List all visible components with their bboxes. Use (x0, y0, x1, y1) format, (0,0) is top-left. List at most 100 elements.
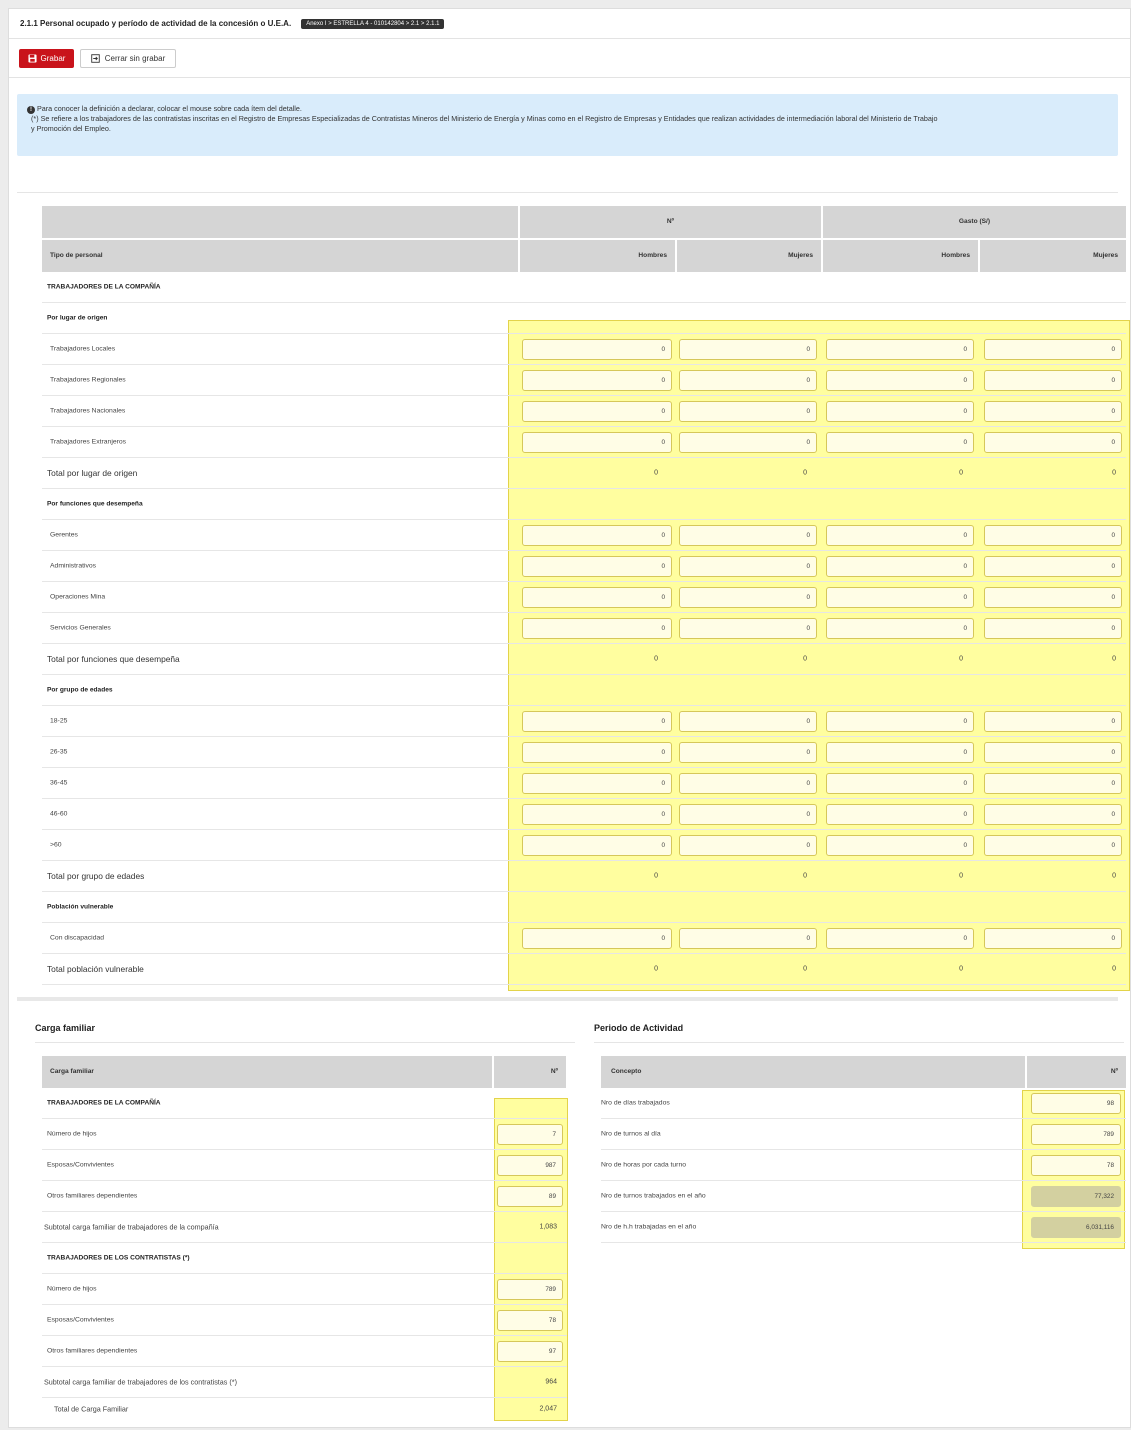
row-label: 36-45 (50, 779, 68, 787)
number-input[interactable]: 0 (679, 618, 817, 639)
number-input[interactable]: 0 (679, 742, 817, 763)
number-input[interactable]: 0 (984, 618, 1122, 639)
number-input[interactable]: 0 (522, 432, 672, 453)
row-label: Por lugar de origen (47, 314, 108, 322)
number-input[interactable]: 0 (826, 401, 974, 422)
number-input[interactable]: 0 (984, 525, 1122, 546)
number-input[interactable]: 0 (984, 339, 1122, 360)
number-input[interactable]: 0 (522, 401, 672, 422)
number-input[interactable]: 0 (522, 339, 672, 360)
number-input[interactable]: 0 (826, 835, 974, 856)
number-input[interactable]: 0 (679, 432, 817, 453)
number-input[interactable]: 0 (984, 773, 1122, 794)
carga-title-underline (35, 1042, 575, 1043)
table-row: 18-25 0 0 0 0 (42, 706, 1126, 737)
periodo-readonly-value: 6,031,116 (1031, 1217, 1121, 1238)
number-input[interactable]: 0 (522, 742, 672, 763)
number-input[interactable]: 0 (679, 525, 817, 546)
number-input[interactable]: 0 (826, 339, 974, 360)
number-input[interactable]: 0 (826, 618, 974, 639)
table-row: Por funciones que desempeña (42, 489, 1126, 520)
carga-number-input[interactable]: 987 (497, 1155, 563, 1176)
periodo-number-input[interactable]: 78 (1031, 1155, 1121, 1176)
number-input[interactable]: 0 (679, 587, 817, 608)
number-input[interactable]: 0 (984, 804, 1122, 825)
row-label: Trabajadores Nacionales (50, 407, 126, 415)
number-input[interactable]: 0 (522, 556, 672, 577)
number-input[interactable]: 0 (826, 556, 974, 577)
periodo-row-label: Nro de días trabajados (601, 1099, 670, 1107)
row-label: Total por funciones que desempeña (47, 654, 180, 664)
toolbar: Grabar Cerrar sin grabar (9, 39, 1130, 78)
carga-number-input[interactable]: 89 (497, 1186, 563, 1207)
carga-number-input[interactable]: 7 (497, 1124, 563, 1145)
row-label: Gerentes (50, 531, 78, 539)
number-input[interactable]: 0 (984, 401, 1122, 422)
number-input[interactable]: 0 (826, 742, 974, 763)
table-row: Trabajadores Locales 0 0 0 0 (42, 334, 1126, 365)
carga-row: Subtotal carga familiar de trabajadores … (42, 1367, 567, 1398)
number-input[interactable]: 0 (826, 711, 974, 732)
carga-number-input[interactable]: 78 (497, 1310, 563, 1331)
number-input[interactable]: 0 (826, 587, 974, 608)
number-input[interactable]: 0 (984, 587, 1122, 608)
carga-number-input[interactable]: 97 (497, 1341, 563, 1362)
number-input[interactable]: 0 (984, 370, 1122, 391)
row-label: Con discapacidad (50, 934, 105, 942)
number-input[interactable]: 0 (522, 928, 672, 949)
carga-familiar-title: Carga familiar (35, 1023, 96, 1033)
header-n-hombres: Hombres (520, 240, 675, 272)
number-input[interactable]: 0 (679, 804, 817, 825)
number-input[interactable]: 0 (522, 773, 672, 794)
close-without-save-button[interactable]: Cerrar sin grabar (80, 48, 176, 68)
carga-number-input[interactable]: 789 (497, 1279, 563, 1300)
number-input[interactable]: 0 (679, 556, 817, 577)
number-input[interactable]: 0 (826, 928, 974, 949)
row-label: Población vulnerable (47, 903, 114, 911)
save-button[interactable]: Grabar (19, 48, 74, 68)
number-input[interactable]: 0 (522, 804, 672, 825)
number-input[interactable]: 0 (826, 370, 974, 391)
header-gasto-mujeres: Mujeres (980, 240, 1126, 272)
number-input[interactable]: 0 (522, 835, 672, 856)
total-value: 0 (803, 469, 807, 477)
table-row: Trabajadores Extranjeros 0 0 0 0 (42, 427, 1126, 458)
number-input[interactable]: 0 (984, 742, 1122, 763)
number-input[interactable]: 0 (984, 556, 1122, 577)
number-input[interactable]: 0 (826, 773, 974, 794)
number-input[interactable]: 0 (826, 804, 974, 825)
table-row: Total por funciones que desempeña 0 0 0 0 (42, 644, 1126, 675)
number-input[interactable]: 0 (984, 711, 1122, 732)
number-input[interactable]: 0 (679, 401, 817, 422)
number-input[interactable]: 0 (984, 928, 1122, 949)
header-gasto-hombres: Hombres (823, 240, 978, 272)
number-input[interactable]: 0 (984, 432, 1122, 453)
periodo-number-input[interactable]: 789 (1031, 1124, 1121, 1145)
number-input[interactable]: 0 (679, 773, 817, 794)
table-row: Servicios Generales 0 0 0 0 (42, 613, 1126, 644)
table-row: Total por lugar de origen 0 0 0 0 (42, 458, 1126, 489)
number-input[interactable]: 0 (826, 432, 974, 453)
breadcrumb[interactable]: Anexo I > ESTRELLA 4 - 010142804 > 2.1 >… (301, 18, 445, 29)
number-input[interactable]: 0 (984, 835, 1122, 856)
number-input[interactable]: 0 (522, 618, 672, 639)
number-input[interactable]: 0 (522, 525, 672, 546)
header-group-gasto: Gasto (S/) (823, 206, 1126, 238)
number-input[interactable]: 0 (679, 711, 817, 732)
number-input[interactable]: 0 (679, 370, 817, 391)
number-input[interactable]: 0 (522, 711, 672, 732)
number-input[interactable]: 0 (679, 928, 817, 949)
periodo-number-input[interactable]: 98 (1031, 1093, 1121, 1114)
carga-row: Otros familiares dependientes 97 (42, 1336, 567, 1367)
carga-row: Subtotal carga familiar de trabajadores … (42, 1212, 567, 1243)
table-row: 46-60 0 0 0 0 (42, 799, 1126, 830)
exit-icon (91, 53, 100, 63)
number-input[interactable]: 0 (522, 370, 672, 391)
number-input[interactable]: 0 (522, 587, 672, 608)
number-input[interactable]: 0 (679, 835, 817, 856)
total-value: 0 (803, 965, 807, 973)
total-value: 0 (959, 965, 963, 973)
number-input[interactable]: 0 (826, 525, 974, 546)
table-row: TRABAJADORES DE LA COMPAÑÍA (42, 272, 1126, 303)
number-input[interactable]: 0 (679, 339, 817, 360)
